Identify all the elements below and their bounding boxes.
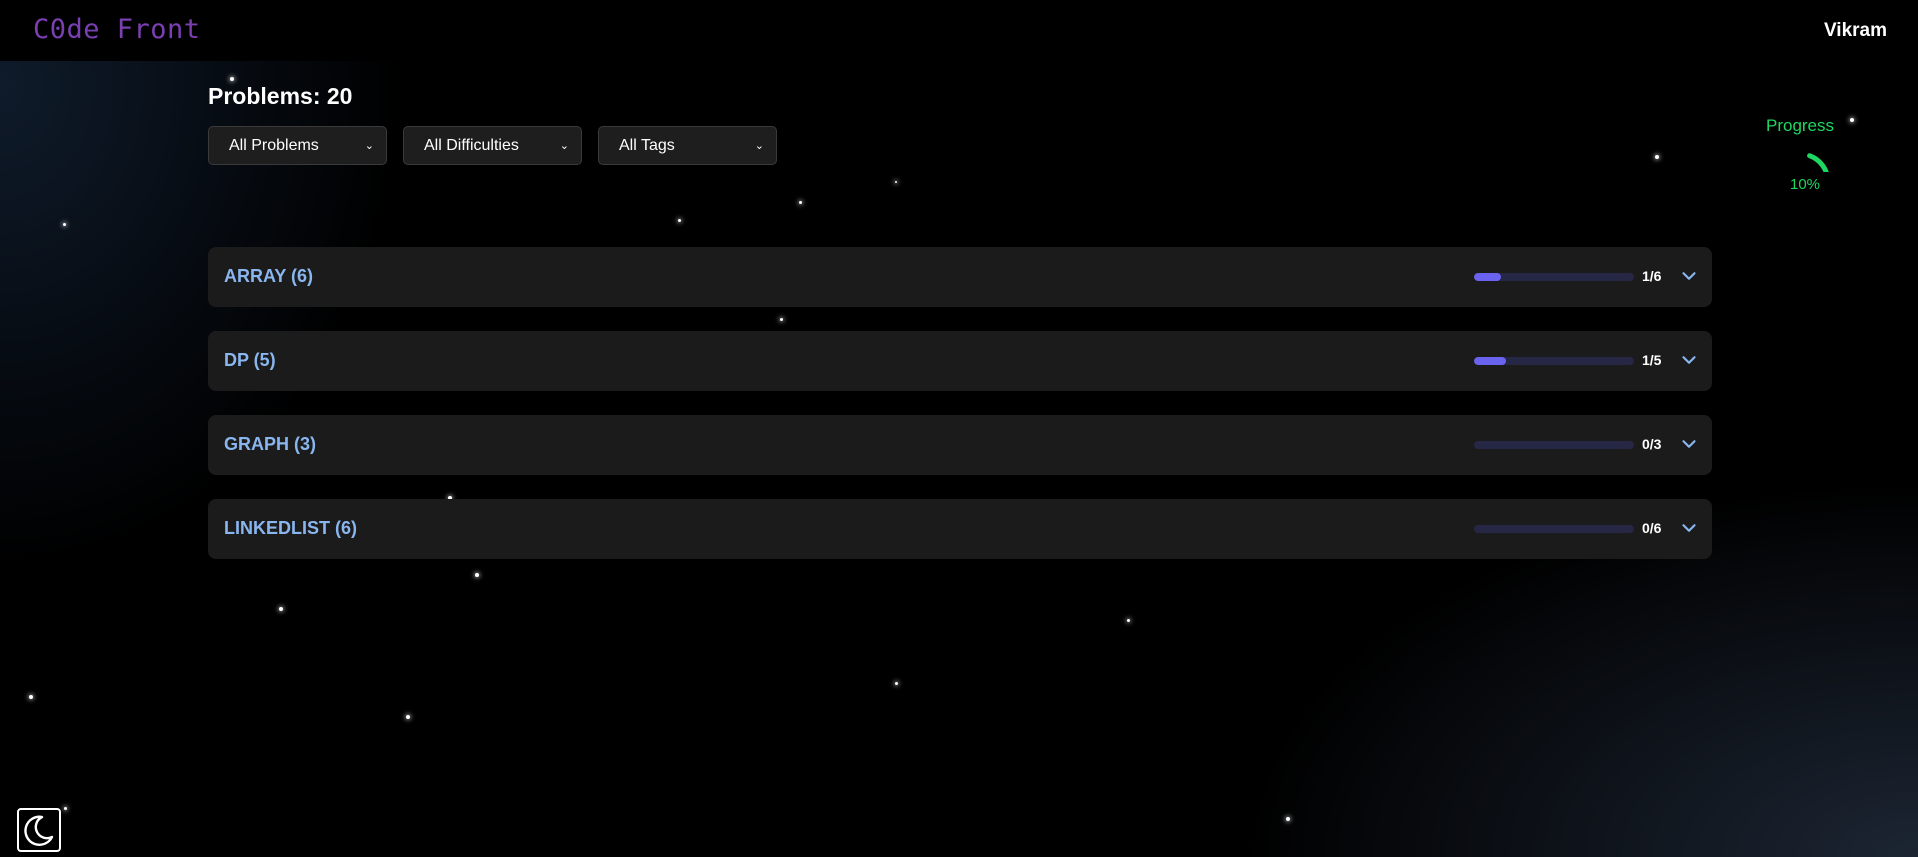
topic-progress-count: 1/5 (1642, 352, 1662, 368)
star (1127, 619, 1130, 622)
star (1286, 817, 1290, 821)
star (895, 181, 897, 183)
topic-sections: ARRAY (6) 1/6 DP (5) 1/5 GRAPH (3) 0/3 L… (208, 247, 1712, 583)
chevron-down-icon: ⌄ (364, 140, 374, 152)
topic-title: GRAPH (3) (224, 434, 317, 454)
filter-label: All Difficulties (424, 136, 519, 154)
app-logo[interactable]: C0de Front (33, 14, 201, 45)
star (63, 223, 66, 226)
chevron-down-icon[interactable] (1678, 349, 1700, 371)
topic-progress-fill (1474, 273, 1501, 281)
progress-label: Progress (1765, 116, 1835, 135)
tag-filter[interactable]: All Tags ⌄ (598, 126, 777, 165)
top-navbar: C0de Front Vikram (0, 0, 1918, 61)
star (799, 201, 802, 204)
star (230, 77, 234, 81)
filter-label: All Problems (229, 136, 319, 154)
topic-progress-bar (1474, 357, 1634, 365)
moon-icon (24, 815, 54, 846)
topic-title: LINKEDLIST (6) (224, 518, 357, 538)
star (1850, 118, 1854, 122)
topic-section-graph[interactable]: GRAPH (3) 0/3 (208, 415, 1712, 475)
overall-progress-widget: Progress 10% (1752, 116, 1848, 193)
star (895, 682, 898, 685)
chevron-down-icon[interactable] (1678, 433, 1700, 455)
topic-title: DP (5) (224, 350, 276, 370)
star (64, 807, 67, 810)
topic-progress-count: 1/6 (1642, 268, 1662, 284)
difficulty-filter[interactable]: All Difficulties ⌄ (403, 126, 582, 165)
topic-section-dp[interactable]: DP (5) 1/5 (208, 331, 1712, 391)
progress-arc (1807, 153, 1829, 172)
topic-section-array[interactable]: ARRAY (6) 1/6 (208, 247, 1712, 307)
star (29, 695, 33, 699)
star (406, 715, 410, 719)
problem-status-filter[interactable]: All Problems ⌄ (208, 126, 387, 165)
filter-label: All Tags (619, 136, 675, 154)
chevron-down-icon: ⌄ (754, 140, 764, 152)
page-title: Problems: 20 (208, 83, 353, 109)
filter-bar: All Problems ⌄ All Difficulties ⌄ All Ta… (208, 126, 777, 165)
topic-progress-bar (1474, 525, 1634, 533)
theme-toggle-button[interactable] (17, 808, 61, 852)
topic-progress-bar (1474, 441, 1634, 449)
chevron-down-icon[interactable] (1678, 265, 1700, 287)
star (1655, 155, 1659, 159)
topic-title: ARRAY (6) (224, 266, 314, 286)
topic-progress-fill (1474, 357, 1506, 365)
topic-progress-bar (1474, 273, 1634, 281)
topic-progress-count: 0/6 (1642, 520, 1662, 536)
progress-percent: 10% (1789, 176, 1821, 193)
chevron-down-icon[interactable] (1678, 517, 1700, 539)
user-name[interactable]: Vikram (1824, 20, 1887, 42)
topic-progress-count: 0/3 (1642, 436, 1662, 452)
chevron-down-icon: ⌄ (559, 140, 569, 152)
star (279, 607, 283, 611)
topic-section-linkedlist[interactable]: LINKEDLIST (6) 0/6 (208, 499, 1712, 559)
star (678, 219, 681, 222)
progress-ring (1807, 153, 1829, 172)
